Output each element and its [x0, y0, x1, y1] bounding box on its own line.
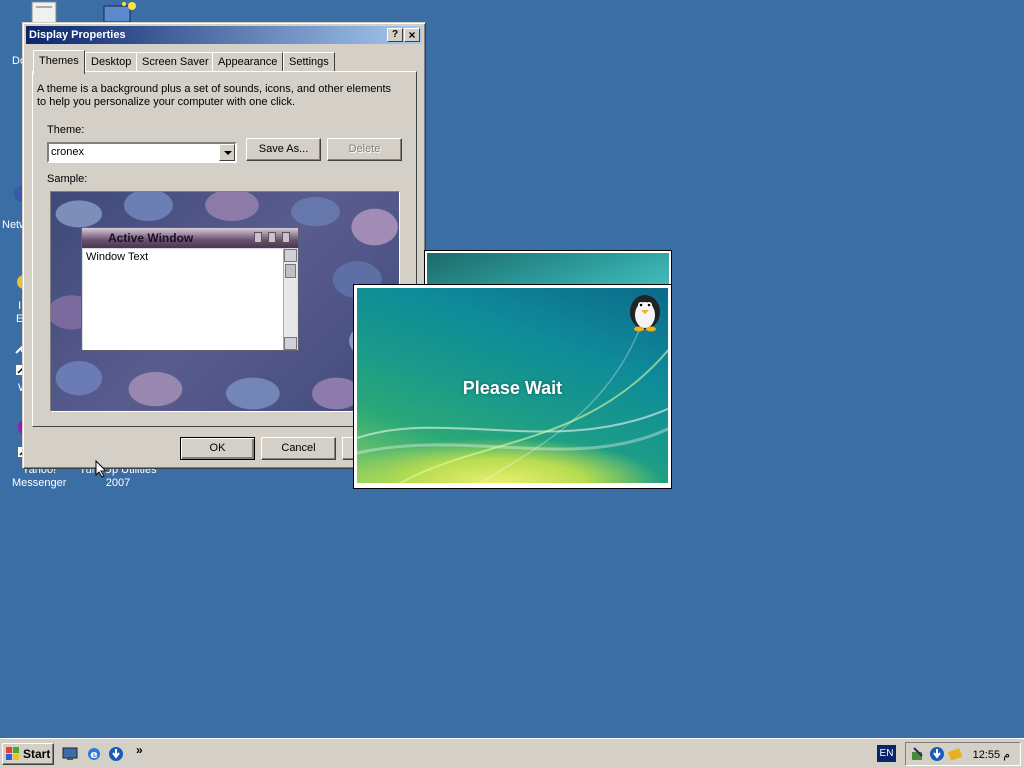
scroll-thumb	[285, 264, 296, 278]
tab-desktop[interactable]: Desktop	[85, 52, 138, 72]
theme-value: cronex	[51, 146, 85, 158]
sample-window-text: Window Text	[83, 249, 283, 350]
svg-text:e: e	[90, 748, 97, 761]
language-indicator[interactable]: EN	[877, 745, 896, 762]
tab-settings[interactable]: Settings	[283, 52, 335, 72]
theme-sample-preview: Active Window Window Text	[50, 191, 400, 412]
windows-logo-icon	[6, 747, 19, 760]
help-button[interactable]: ?	[387, 28, 403, 42]
start-label: Start	[23, 747, 51, 761]
mouse-cursor-icon	[95, 460, 107, 478]
splash-art: Please Wait	[357, 288, 668, 483]
tab-appearance[interactable]: Appearance	[212, 52, 284, 72]
tab-themes[interactable]: Themes	[33, 50, 85, 74]
sample-window-title: Active Window	[82, 228, 298, 248]
download-icon[interactable]	[108, 746, 124, 762]
please-wait-splash: Please Wait	[353, 284, 672, 489]
sample-close-icon	[282, 232, 290, 243]
start-button[interactable]: Start	[2, 743, 54, 765]
taskbar: Start e » EN 12:55 م	[0, 738, 1024, 768]
save-as-button[interactable]: Save As...	[246, 138, 321, 161]
scroll-down-icon	[284, 337, 297, 350]
sample-maximize-icon	[268, 232, 276, 243]
tools-tray-icon[interactable]	[947, 746, 963, 762]
theme-label: Theme:	[47, 124, 85, 136]
system-tray: 12:55 م	[905, 742, 1021, 766]
sample-scrollbar	[283, 249, 297, 350]
network-tray-icon[interactable]	[910, 746, 926, 762]
chevron-down-icon[interactable]	[219, 144, 235, 161]
show-desktop-icon[interactable]	[62, 746, 78, 762]
sample-active-window: Active Window Window Text	[81, 227, 299, 351]
quick-launch-overflow-icon[interactable]: »	[136, 743, 143, 757]
internet-explorer-icon[interactable]: e	[86, 746, 102, 762]
please-wait-text: Please Wait	[462, 378, 563, 398]
sample-minimize-icon	[254, 232, 262, 243]
theme-combobox[interactable]: cronex	[47, 142, 237, 163]
tab-screen-saver[interactable]: Screen Saver	[136, 52, 215, 72]
dialog-title: Display Properties	[29, 29, 126, 41]
dialog-title-bar[interactable]: Display Properties ? ×	[26, 26, 422, 44]
cancel-button[interactable]: Cancel	[261, 437, 336, 460]
theme-description: A theme is a background plus a set of so…	[37, 83, 392, 108]
sample-window-title-text: Active Window	[108, 231, 194, 245]
clock[interactable]: 12:55 م	[973, 748, 1010, 761]
desktop-app-icon[interactable]	[100, 0, 140, 24]
penguin-icon	[630, 295, 660, 332]
sample-label: Sample:	[47, 173, 88, 185]
close-button[interactable]: ×	[404, 28, 420, 42]
download-tray-icon[interactable]	[929, 746, 945, 762]
scroll-up-icon	[284, 249, 297, 262]
ok-button[interactable]: OK	[180, 437, 255, 460]
delete-button[interactable]: Delete	[327, 138, 402, 161]
